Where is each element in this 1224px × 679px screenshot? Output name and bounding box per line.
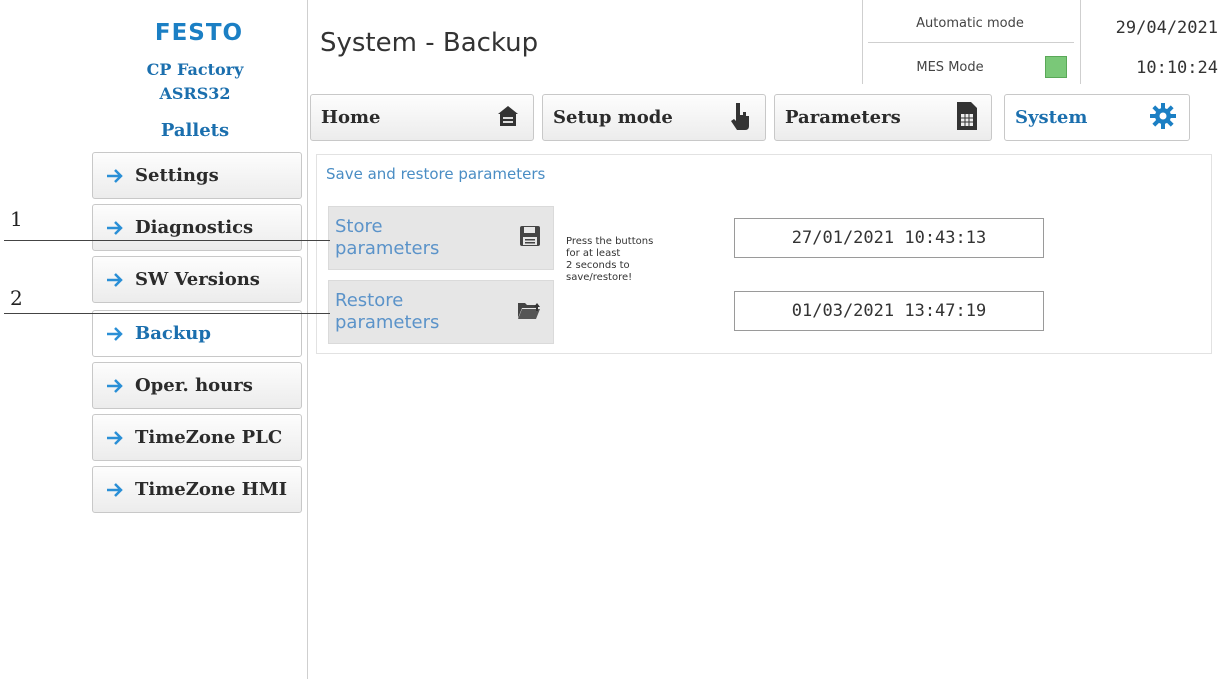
tab-setup-mode[interactable]: Setup mode — [542, 94, 766, 141]
automatic-mode-label: Automatic mode — [916, 16, 1024, 31]
header-divider-3 — [868, 42, 1074, 43]
restore-parameters-button[interactable]: Restore parameters — [328, 280, 554, 344]
tab-system[interactable]: System — [1004, 94, 1190, 141]
sidebar-item-label: Diagnostics — [135, 217, 254, 238]
sidebar-item-settings[interactable]: Settings — [92, 152, 302, 199]
sidebar-item-label: TimeZone HMI — [135, 479, 288, 500]
arrow-right-icon — [107, 326, 123, 341]
header-time: 10:10:24 — [1136, 58, 1218, 78]
tab-home-label: Home — [321, 107, 381, 128]
restore-timestamp-field: 01/03/2021 13:47:19 — [734, 291, 1044, 331]
arrow-right-icon — [107, 272, 123, 287]
arrow-right-icon — [107, 482, 123, 497]
store-parameters-button[interactable]: Store parameters — [328, 206, 554, 270]
sidebar-item-backup[interactable]: Backup — [92, 310, 302, 357]
arrow-right-icon — [107, 430, 123, 445]
sidebar-divider — [307, 0, 308, 679]
tab-setup-mode-label: Setup mode — [553, 107, 673, 128]
sidebar-item-oper-hours[interactable]: Oper. hours — [92, 362, 302, 409]
header-divider-1 — [862, 0, 863, 84]
sidebar-item-timezone-hmi[interactable]: TimeZone HMI — [92, 466, 302, 513]
press-buttons-hint: Press the buttons for at least 2 seconds… — [566, 236, 654, 283]
folder-open-icon — [517, 299, 541, 325]
festo-logo: FESTO — [154, 20, 244, 46]
store-label-2: parameters — [335, 238, 440, 259]
section-title: Save and restore parameters — [326, 165, 546, 183]
sidebar-item-label: TimeZone PLC — [135, 427, 283, 448]
sidebar-item-label: Backup — [135, 323, 211, 344]
sidebar-item-label: SW Versions — [135, 269, 260, 290]
hand-pointer-icon — [727, 101, 753, 135]
page-title: System - Backup — [320, 28, 539, 58]
arrow-right-icon — [107, 220, 123, 235]
tab-parameters[interactable]: Parameters — [774, 94, 992, 141]
brand-line-2: ASRS32 — [159, 84, 231, 103]
restore-label-2: parameters — [335, 312, 440, 333]
brand-line-3: Pallets — [160, 120, 230, 141]
mes-mode-indicator — [1045, 56, 1067, 78]
store-label-1: Store — [335, 216, 383, 237]
sidebar-item-label: Settings — [135, 165, 219, 186]
floppy-disk-icon — [519, 225, 541, 251]
sidebar-item-diagnostics[interactable]: Diagnostics — [92, 204, 302, 251]
sidebar-item-timezone-plc[interactable]: TimeZone PLC — [92, 414, 302, 461]
restore-label-1: Restore — [335, 290, 404, 311]
brand-line-1: CP Factory — [146, 60, 244, 79]
callout-number-1: 1 — [10, 207, 23, 231]
callout-line-2 — [4, 313, 330, 314]
mes-mode-label: MES Mode — [916, 60, 984, 75]
callout-line-1 — [4, 240, 330, 241]
sidebar-item-sw-versions[interactable]: SW Versions — [92, 256, 302, 303]
document-table-icon — [955, 101, 979, 135]
tab-parameters-label: Parameters — [785, 107, 901, 128]
header-date: 29/04/2021 — [1115, 18, 1218, 38]
header-divider-2 — [1080, 0, 1081, 84]
tab-home[interactable]: Home — [310, 94, 534, 141]
callout-number-2: 2 — [10, 286, 23, 310]
arrow-right-icon — [107, 378, 123, 393]
gear-icon — [1149, 102, 1177, 134]
sidebar-item-label: Oper. hours — [135, 375, 253, 396]
tab-system-label: System — [1015, 107, 1088, 128]
store-timestamp-field: 27/01/2021 10:43:13 — [734, 218, 1044, 258]
home-icon — [495, 103, 521, 133]
arrow-right-icon — [107, 168, 123, 183]
